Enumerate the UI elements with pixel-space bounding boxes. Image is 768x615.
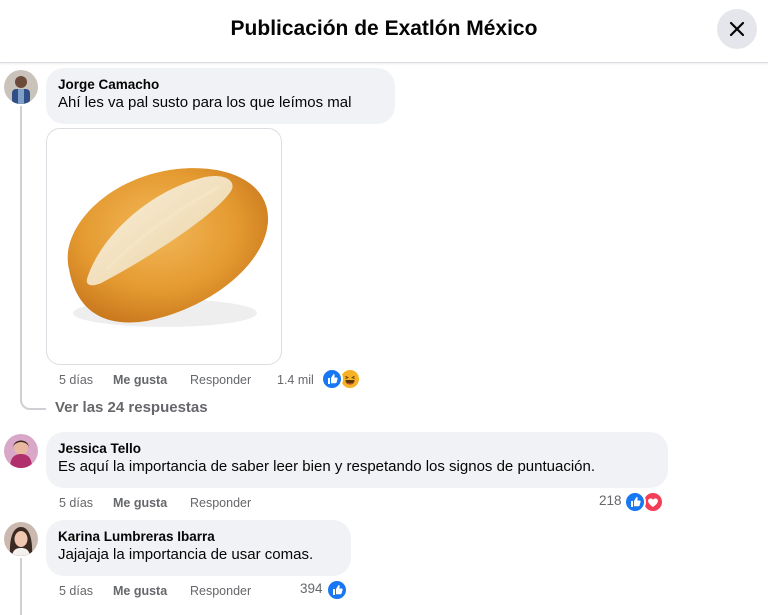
like-icon: [624, 491, 646, 513]
avatar-image: [4, 434, 38, 468]
like-icon: [321, 368, 343, 390]
avatar[interactable]: [4, 70, 38, 104]
avatar[interactable]: [4, 522, 38, 556]
comment-time[interactable]: 5 días: [59, 581, 93, 601]
comment-author[interactable]: Jessica Tello: [58, 440, 656, 457]
close-button[interactable]: [717, 9, 757, 49]
reply-button[interactable]: Responder: [190, 581, 251, 601]
bread-image: [67, 168, 269, 327]
reply-button[interactable]: Responder: [190, 493, 251, 513]
avatar-image: [4, 70, 38, 104]
dialog-title: Publicación de Exatlón México: [230, 17, 538, 40]
dialog-header: Publicación de Exatlón México: [0, 0, 768, 63]
comment-text: Ahí les va pal susto para los que leímos…: [58, 94, 352, 111]
comment-bubble: Karina Lumbreras Ibarra Jajajaja la impo…: [46, 520, 351, 576]
like-button[interactable]: Me gusta: [113, 493, 167, 513]
thread-line: [20, 106, 22, 402]
comment-time[interactable]: 5 días: [59, 370, 93, 390]
reaction-count: 218: [599, 493, 622, 508]
like-icon: [326, 579, 348, 601]
reactions-summary[interactable]: 218: [597, 491, 667, 513]
comment-actions: 5 días Me gusta Responder: [59, 493, 379, 513]
thread-line: [20, 558, 22, 615]
comment-time[interactable]: 5 días: [59, 493, 93, 513]
comment-image[interactable]: [46, 128, 282, 365]
comment-author[interactable]: Karina Lumbreras Ibarra: [58, 528, 339, 545]
like-button[interactable]: Me gusta: [113, 581, 167, 601]
comment-text: Jajajaja la importancia de usar comas.: [58, 546, 314, 563]
reactions-summary[interactable]: 394: [300, 579, 350, 601]
reply-button[interactable]: Responder: [190, 370, 251, 390]
comment-bubble: Jessica Tello Es aquí la importancia de …: [46, 432, 668, 488]
close-icon: [729, 21, 745, 37]
reactions-summary[interactable]: [321, 368, 365, 390]
comment-bubble: Jorge Camacho Ahí les va pal susto para …: [46, 68, 395, 124]
reaction-count: 394: [300, 581, 323, 596]
comment-author[interactable]: Jorge Camacho: [58, 76, 383, 93]
like-button[interactable]: Me gusta: [113, 370, 167, 390]
comment-text: Es aquí la importancia de saber leer bie…: [58, 458, 596, 475]
reaction-count[interactable]: 1.4 mil: [277, 370, 314, 390]
view-replies-link[interactable]: Ver las 24 respuestas: [55, 399, 208, 416]
avatar-image: [4, 522, 38, 556]
thread-connector: [20, 396, 46, 410]
avatar[interactable]: [4, 434, 38, 468]
